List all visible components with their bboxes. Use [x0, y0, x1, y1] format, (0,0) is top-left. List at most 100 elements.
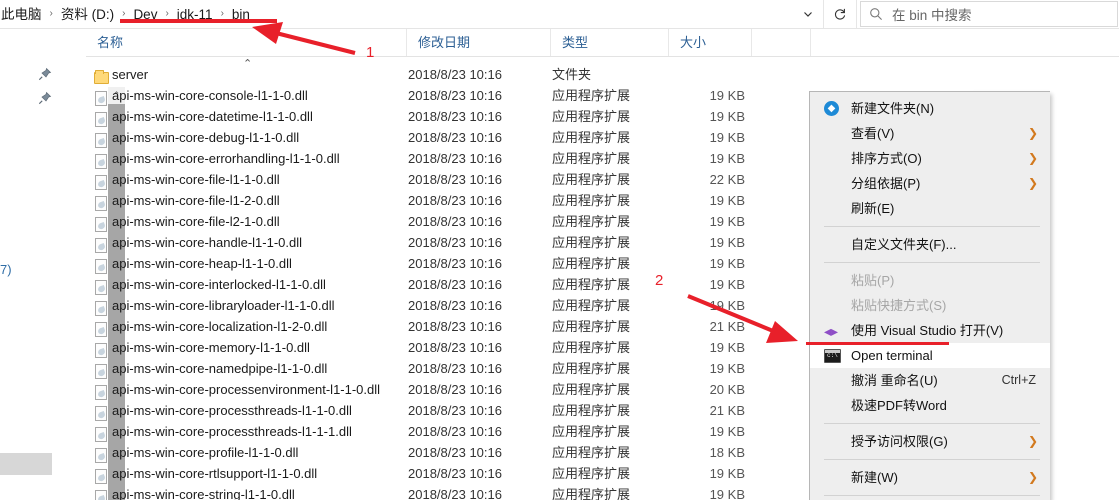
column-header-date[interactable]: 修改日期	[406, 29, 550, 56]
file-type: 应用程序扩展	[552, 445, 631, 460]
annotation-underline-breadcrumb	[120, 19, 277, 23]
file-name: api-ms-win-core-debug-l1-1-0.dll	[112, 130, 300, 145]
menu-separator	[824, 262, 1040, 263]
menu-item[interactable]: 排序方式(O) ❯	[810, 146, 1050, 171]
breadcrumb-separator: ›	[122, 8, 126, 19]
table-row[interactable]: server 2018/8/23 10:16 文件夹	[86, 64, 1119, 85]
dll-file-icon-glyph	[95, 259, 107, 274]
file-name: api-ms-win-core-file-l2-1-0.dll	[112, 214, 280, 229]
file-size: 19 KB	[709, 109, 745, 124]
file-size: 19 KB	[709, 235, 745, 250]
menu-item-label: 自定义文件夹(F)...	[851, 237, 957, 252]
menu-item-label: 粘贴(P)	[851, 273, 895, 288]
navigation-pane-stub	[0, 58, 54, 500]
dll-file-icon-glyph	[95, 322, 107, 337]
column-header-type[interactable]: 类型	[550, 29, 668, 56]
menu-item: 粘贴快捷方式(S)	[810, 293, 1050, 318]
menu-item[interactable]: 新建(W) ❯	[810, 465, 1050, 490]
context-menu[interactable]: ◆ 新建文件夹(N) 查看(V) ❯ 排序方式(O) ❯ 分组依据(P) ❯ 刷新(E) 自定义文…	[809, 91, 1050, 500]
chevron-right-icon: ❯	[1027, 470, 1038, 484]
breadcrumb-item[interactable]: 资料 (D:)	[60, 0, 115, 29]
file-type: 应用程序扩展	[552, 193, 631, 208]
menu-item[interactable]: ◂▸ 使用 Visual Studio 打开(V)	[810, 318, 1050, 343]
menu-item-shortcut: Ctrl+Z	[1001, 373, 1036, 387]
menu-item-label: 粘贴快捷方式(S)	[851, 298, 947, 313]
column-header-name[interactable]: 名称	[86, 29, 389, 56]
column-header-blank[interactable]	[751, 29, 811, 56]
breadcrumb-item[interactable]: bin	[231, 0, 251, 29]
pin-icon[interactable]	[38, 91, 52, 105]
dll-file-icon-glyph	[95, 469, 107, 484]
menu-item-label: 授予访问权限(G)	[851, 434, 948, 449]
search-input[interactable]: 在 bin 中搜索	[860, 1, 1118, 27]
dll-file-icon-glyph	[95, 490, 107, 500]
breadcrumb-item[interactable]: 此电脑	[0, 0, 43, 29]
terminal-icon	[824, 347, 841, 364]
menu-item[interactable]: ◆ 新建文件夹(N)	[810, 96, 1050, 121]
menu-item[interactable]: 撤消 重命名(U) Ctrl+Z	[810, 368, 1050, 393]
vertical-scrollbar[interactable]: ⌃	[54, 58, 125, 500]
file-size: 19 KB	[709, 277, 745, 292]
file-date: 2018/8/23 10:16	[408, 193, 502, 208]
file-name: api-ms-win-core-libraryloader-l1-1-0.dll	[112, 298, 335, 313]
file-type: 应用程序扩展	[552, 298, 631, 313]
menu-item[interactable]: 极速PDF转Word	[810, 393, 1050, 418]
address-dropdown-button[interactable]	[792, 0, 823, 28]
menu-item[interactable]: 刷新(E)	[810, 196, 1050, 221]
chevron-right-icon: ❯	[1027, 151, 1038, 165]
menu-item-label: 查看(V)	[851, 126, 895, 141]
menu-item[interactable]: 自定义文件夹(F)...	[810, 232, 1050, 257]
menu-item: 粘贴(P)	[810, 268, 1050, 293]
file-size: 19 KB	[709, 487, 745, 500]
dll-file-icon	[90, 109, 107, 127]
address-bar: 此电脑 › 资料 (D:) › Dev › jdk-11 › bin 在 bin 中搜索	[0, 0, 1119, 29]
dll-file-icon	[90, 151, 107, 169]
refresh-button[interactable]	[823, 0, 857, 28]
file-name: api-ms-win-core-string-l1-1-0.dll	[112, 487, 295, 500]
file-name: api-ms-win-core-processenvironment-l1-1-…	[112, 382, 381, 397]
dll-file-icon-glyph	[95, 175, 107, 190]
file-type: 应用程序扩展	[552, 151, 631, 166]
dll-file-icon-glyph	[95, 217, 107, 232]
column-header-row: 名称 修改日期 类型 大小 ⌃	[0, 29, 1119, 70]
file-date: 2018/8/23 10:16	[408, 340, 502, 355]
menu-item[interactable]: 查看(V) ❯	[810, 121, 1050, 146]
file-date: 2018/8/23 10:16	[408, 466, 502, 481]
file-name: api-ms-win-core-processthreads-l1-1-0.dl…	[112, 403, 352, 418]
menu-item-label: 撤消 重命名(U)	[851, 373, 938, 388]
breadcrumb[interactable]: 此电脑 › 资料 (D:) › Dev › jdk-11 › bin	[0, 0, 251, 29]
pin-icon[interactable]	[38, 67, 52, 81]
column-header-size[interactable]: 大小	[668, 29, 751, 56]
annotation-underline-open-terminal	[806, 342, 949, 345]
dll-file-icon-glyph	[95, 301, 107, 316]
file-date: 2018/8/23 10:16	[408, 424, 502, 439]
breadcrumb-item[interactable]: Dev	[132, 0, 158, 29]
breadcrumb-separator: ›	[220, 8, 224, 19]
file-size: 19 KB	[709, 130, 745, 145]
dll-file-icon	[90, 235, 107, 253]
dll-file-icon	[90, 361, 107, 379]
dll-file-icon	[90, 172, 107, 190]
file-type: 应用程序扩展	[552, 109, 631, 124]
dll-file-icon-glyph	[95, 427, 107, 442]
dll-file-icon-glyph	[95, 406, 107, 421]
file-name: api-ms-win-core-errorhandling-l1-1-0.dll	[112, 151, 340, 166]
file-date: 2018/8/23 10:16	[408, 67, 502, 82]
menu-item[interactable]: 授予访问权限(G) ❯	[810, 429, 1050, 454]
menu-item-label: 刷新(E)	[851, 201, 895, 216]
menu-separator	[824, 423, 1040, 424]
file-date: 2018/8/23 10:16	[408, 319, 502, 334]
file-date: 2018/8/23 10:16	[408, 298, 502, 313]
dll-file-icon-glyph	[95, 343, 107, 358]
file-name: api-ms-win-core-console-l1-1-0.dll	[112, 88, 308, 103]
menu-item[interactable]: 分组依据(P) ❯	[810, 171, 1050, 196]
dll-file-icon	[90, 130, 107, 148]
breadcrumb-item[interactable]: jdk-11	[176, 0, 214, 29]
dll-file-icon-glyph	[95, 133, 107, 148]
dll-file-icon	[90, 487, 107, 500]
file-size: 21 KB	[709, 319, 745, 334]
file-name: api-ms-win-core-rtlsupport-l1-1-0.dll	[112, 466, 318, 481]
menu-item[interactable]: Open terminal	[810, 343, 1050, 368]
file-date: 2018/8/23 10:16	[408, 88, 502, 103]
file-size: 18 KB	[709, 445, 745, 460]
